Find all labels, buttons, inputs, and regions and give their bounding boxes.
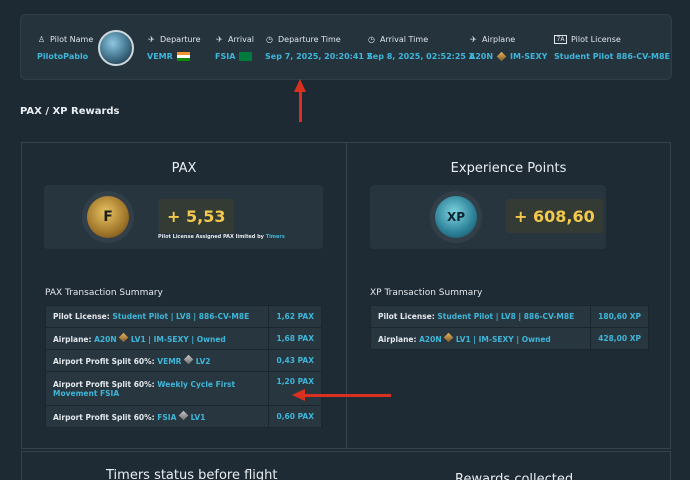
bottom-panels: Timers status before flight Rewards coll… — [21, 451, 671, 480]
airport-level: LV1 — [190, 413, 206, 422]
row-amount: 428,00 XP — [590, 327, 649, 350]
row-label: Airport Profit Split 60%: — [53, 379, 155, 389]
pax-card: F + 5,53 Pilot License Assigned PAX limi… — [44, 185, 323, 249]
license-icon: 7A — [554, 34, 567, 44]
row-label: Airport Profit Split 60%: — [53, 357, 155, 366]
departure-field: ✈ Departure VEMR — [147, 33, 201, 62]
xp-amount: + 608,60 — [506, 199, 603, 233]
pax-amount: + 5,53 — [159, 199, 234, 233]
annotation-arrow-up-head — [294, 79, 306, 92]
takeoff-icon: ✈ — [148, 34, 155, 44]
row-amount: 0,60 PAX — [268, 405, 322, 428]
airplane-label: Airplane — [482, 34, 516, 44]
table-row: Airport Profit Split 60%: FSIA LV1 0,60 … — [44, 405, 322, 428]
pilot-name-label: Pilot Name — [50, 34, 94, 44]
pax-note: Pilot License Assigned PAX limited by Ti… — [158, 234, 285, 240]
avatar[interactable] — [98, 30, 134, 66]
pax-summary-title: PAX Transaction Summary — [45, 288, 163, 298]
rewards-collected-title: Rewards collected — [455, 472, 574, 480]
clock-icon: ◷ — [368, 34, 375, 44]
row-label: Pilot License: — [53, 312, 110, 321]
pilot-license-link[interactable]: Student Pilot | LV8 | 886-CV-M8E — [437, 312, 574, 321]
airport-link[interactable]: FSIA — [157, 413, 176, 422]
xp-summary-title: XP Transaction Summary — [370, 288, 483, 298]
row-amount: 0,43 PAX — [268, 349, 322, 372]
level-diamond-icon — [178, 410, 189, 421]
row-amount: 1,62 PAX — [268, 305, 322, 328]
xp-summary-table: Pilot License: Student Pilot | LV8 | 886… — [369, 305, 649, 350]
clock-icon: ◷ — [266, 34, 273, 44]
pilot-license-link[interactable]: Student Pilot | LV8 | 886-CV-M8E — [112, 312, 249, 321]
pax-summary-table: Pilot License: Student Pilot | LV8 | 886… — [44, 305, 322, 428]
timers-status-title: Timers status before flight — [106, 468, 278, 480]
table-row: Airport Profit Split 60%: VEMR LV2 0,43 … — [44, 349, 322, 372]
airplane-link[interactable]: A20N — [94, 335, 117, 344]
row-label: Pilot License: — [378, 312, 435, 321]
airplane-field: ✈ Airplane A20N IM-SEXY — [469, 33, 547, 62]
airplane-detail[interactable]: LV1 | IM-SEXY | Owned — [456, 335, 551, 344]
landing-icon: ✈ — [216, 34, 223, 44]
row-label: Airport Profit Split 60%: — [53, 413, 155, 422]
pilot-name-field: ♙ Pilot Name PilotoPablo — [37, 33, 93, 62]
departure-label: Departure — [160, 34, 201, 44]
airport-link[interactable]: VEMR — [157, 357, 181, 366]
arrival-time-value: Sep 8, 2025, 02:52:25 Z — [367, 51, 475, 61]
departure-time-label: Departure Time — [278, 34, 341, 44]
airplane-icon: ✈ — [470, 34, 477, 44]
row-amount: 1,68 PAX — [268, 327, 322, 350]
timers-link[interactable]: Timers — [266, 234, 285, 240]
arrival-label: Arrival — [228, 34, 254, 44]
airplane-link[interactable]: A20N — [419, 335, 442, 344]
departure-value[interactable]: VEMR — [147, 52, 173, 61]
departure-time-field: ◷ Departure Time Sep 7, 2025, 20:20:41 Z — [265, 33, 373, 62]
annotation-arrow-up — [299, 90, 302, 122]
arrival-field: ✈ Arrival FSIA — [215, 33, 254, 62]
arrival-value[interactable]: FSIA — [215, 52, 235, 61]
pilot-license-label: Pilot License — [571, 34, 621, 44]
pilot-name-value[interactable]: PilotoPablo — [37, 52, 88, 61]
table-row: Pilot License: Student Pilot | LV8 | 886… — [369, 305, 649, 328]
arrival-time-field: ◷ Arrival Time Sep 8, 2025, 02:52:25 Z — [367, 33, 475, 62]
table-row: Pilot License: Student Pilot | LV8 | 886… — [44, 305, 322, 328]
xp-panel: Experience Points XP + 608,60 XP Transac… — [346, 142, 671, 449]
xp-title: Experience Points — [450, 161, 567, 176]
row-label: Airplane: — [378, 335, 417, 344]
xp-coin-icon: XP — [430, 191, 482, 243]
seychelles-flag-icon — [239, 51, 253, 61]
airplane-model[interactable]: A20N — [469, 52, 493, 61]
xp-card: XP + 608,60 — [370, 185, 606, 249]
airplane-registration[interactable]: IM-SEXY — [510, 52, 547, 61]
level-diamond-icon — [119, 332, 129, 343]
level-diamond-icon — [496, 51, 507, 61]
pilot-license-field: 7A Pilot License Student Pilot 886-CV-M8E — [554, 33, 670, 62]
pax-coin-icon: F — [82, 191, 134, 243]
flight-info-header: ♙ Pilot Name PilotoPablo ✈ Departure VEMR … — [20, 14, 672, 80]
annotation-arrow-left-head — [292, 389, 305, 401]
airport-level: LV2 — [195, 357, 211, 366]
annotation-arrow-left — [305, 394, 391, 397]
pax-title: PAX — [171, 161, 197, 176]
airplane-detail[interactable]: LV1 | IM-SEXY | Owned — [131, 335, 226, 344]
level-diamond-icon — [444, 332, 454, 343]
pilot-license-value[interactable]: Student Pilot 886-CV-M8E — [554, 52, 670, 61]
pilot-icon: ♙ — [37, 34, 46, 44]
table-row: Airport Profit Split 60%: Weekly Cycle F… — [44, 371, 322, 406]
table-row: Airplane: A20N LV1 | IM-SEXY | Owned 1,6… — [44, 327, 322, 350]
arrival-time-label: Arrival Time — [380, 34, 429, 44]
pax-panel: PAX F + 5,53 Pilot License Assigned PAX … — [21, 142, 347, 449]
pax-note-text: Pilot License Assigned PAX limited by — [158, 234, 264, 240]
row-label: Airplane: — [53, 335, 92, 344]
departure-time-value: Sep 7, 2025, 20:20:41 Z — [265, 51, 373, 61]
table-row: Airplane: A20N LV1 | IM-SEXY | Owned 428… — [369, 327, 649, 350]
row-amount: 180,60 XP — [590, 305, 649, 328]
level-diamond-icon — [183, 354, 194, 365]
india-flag-icon — [176, 51, 190, 61]
section-title: PAX / XP Rewards — [20, 106, 120, 117]
